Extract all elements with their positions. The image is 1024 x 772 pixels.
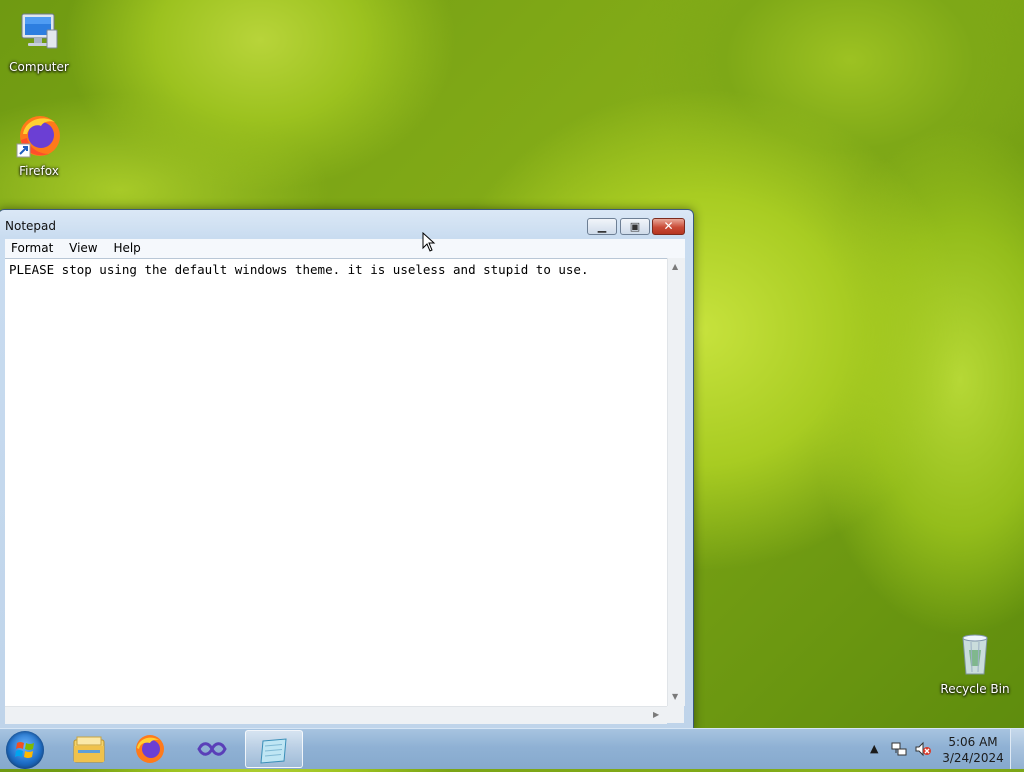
windows-logo-icon bbox=[15, 742, 34, 758]
volume-muted-icon[interactable] bbox=[914, 740, 932, 761]
notepad-window[interactable]: Notepad ▁ ▣ ✕ Format View Help PLEASE st… bbox=[0, 209, 694, 731]
windows-explorer-icon bbox=[73, 736, 105, 763]
vertical-scrollbar[interactable]: ▲ ▼ bbox=[667, 258, 685, 706]
desktop-icon-firefox[interactable]: Firefox bbox=[2, 112, 76, 178]
network-icon[interactable] bbox=[890, 740, 908, 761]
taskbar-notepad[interactable] bbox=[245, 730, 303, 768]
menu-help[interactable]: Help bbox=[107, 239, 146, 257]
taskbar-firefox[interactable] bbox=[121, 730, 179, 768]
clock-time: 5:06 AM bbox=[948, 735, 998, 749]
desktop-icon-recycle-bin[interactable]: Recycle Bin bbox=[938, 630, 1012, 696]
desktop-icon-computer[interactable]: Computer bbox=[2, 8, 76, 74]
taskbar-windows-explorer[interactable] bbox=[60, 730, 118, 768]
menu-bar: Format View Help bbox=[5, 239, 685, 259]
computer-icon bbox=[15, 8, 63, 56]
minimize-button[interactable]: ▁ bbox=[587, 218, 617, 235]
recycle-bin-icon bbox=[951, 630, 999, 678]
scroll-right-icon[interactable]: ▶ bbox=[653, 710, 659, 719]
visual-studio-icon bbox=[197, 742, 227, 756]
desktop-icon-label: Computer bbox=[9, 60, 69, 74]
title-bar[interactable]: Notepad ▁ ▣ ✕ bbox=[0, 210, 693, 238]
desktop-icon-label: Firefox bbox=[19, 164, 59, 178]
show-hidden-icons-arrow[interactable]: ▲ bbox=[870, 742, 878, 755]
close-button[interactable]: ✕ bbox=[652, 218, 685, 235]
minimize-icon: ▁ bbox=[597, 220, 607, 233]
menu-view[interactable]: View bbox=[63, 239, 103, 257]
mouse-pointer-icon bbox=[422, 231, 436, 255]
show-desktop-button[interactable] bbox=[1010, 729, 1024, 769]
scroll-up-icon[interactable]: ▲ bbox=[672, 262, 678, 271]
taskbar-visual-studio[interactable] bbox=[183, 730, 241, 768]
taskbar: ▲ 5:06 AM 3/24/2024 bbox=[0, 728, 1024, 769]
clock-date: 3/24/2024 bbox=[942, 751, 1004, 765]
firefox-icon bbox=[136, 735, 164, 763]
maximize-button[interactable]: ▣ bbox=[620, 218, 650, 235]
system-clock[interactable]: 5:06 AM 3/24/2024 bbox=[940, 734, 1006, 766]
menu-format[interactable]: Format bbox=[5, 239, 59, 257]
desktop-icon-label: Recycle Bin bbox=[940, 682, 1010, 696]
text-editor[interactable]: PLEASE stop using the default windows th… bbox=[5, 258, 667, 707]
window-title: Notepad bbox=[5, 219, 56, 233]
start-button[interactable] bbox=[6, 731, 44, 769]
horizontal-scrollbar[interactable]: ▶ bbox=[5, 706, 667, 724]
resize-grip[interactable] bbox=[667, 706, 684, 723]
firefox-icon bbox=[15, 112, 63, 160]
maximize-icon: ▣ bbox=[629, 220, 641, 233]
close-icon: ✕ bbox=[663, 219, 674, 233]
editor-content[interactable]: PLEASE stop using the default windows th… bbox=[9, 262, 588, 277]
scroll-down-icon[interactable]: ▼ bbox=[672, 692, 678, 701]
notepad-icon bbox=[260, 738, 287, 764]
